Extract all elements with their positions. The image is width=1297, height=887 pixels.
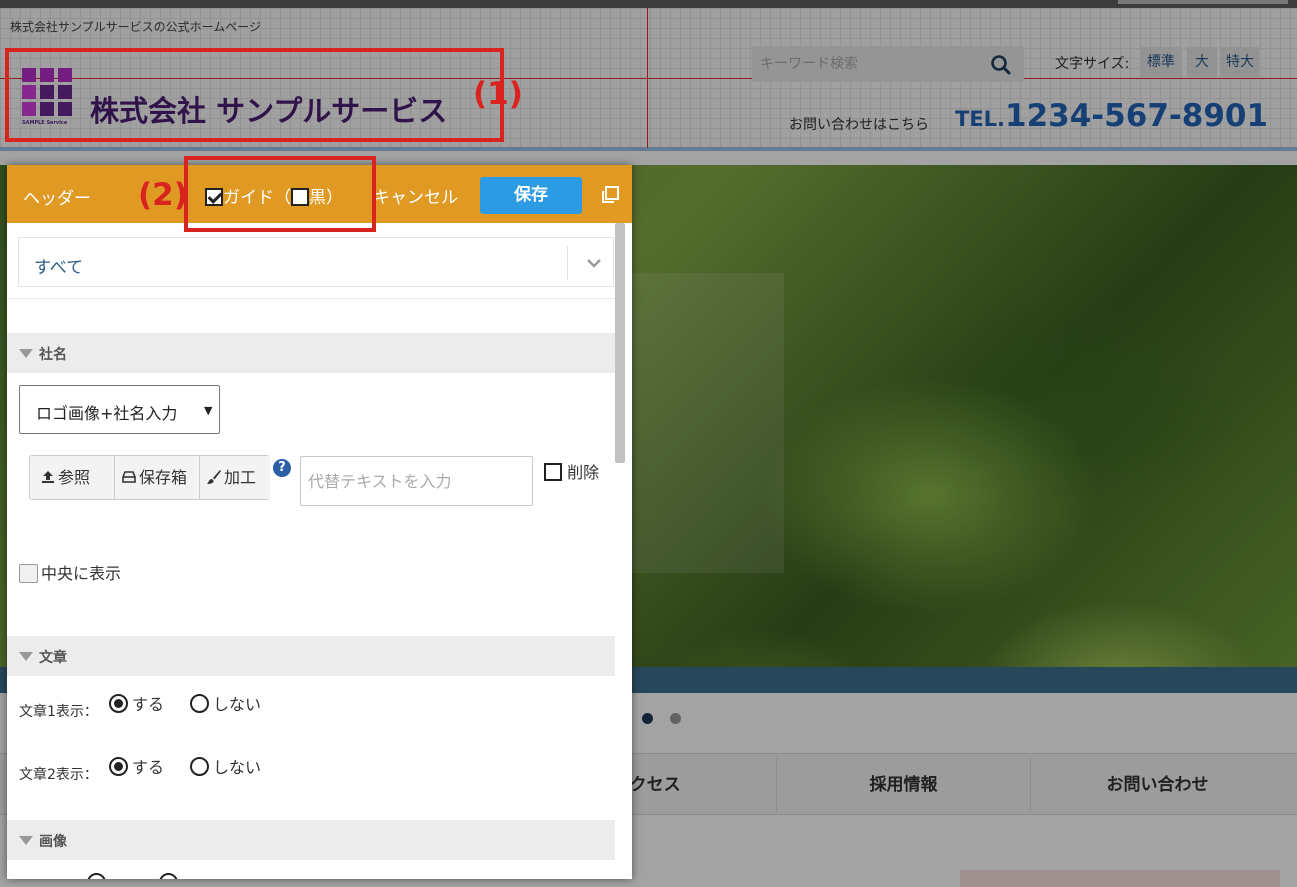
center-label: 中央に表示	[41, 564, 122, 583]
edit-button[interactable]: 加工	[200, 456, 270, 499]
section-header-company[interactable]: 社名	[7, 333, 615, 373]
collapse-triangle-icon	[19, 652, 33, 661]
collapse-triangle-icon	[19, 836, 33, 845]
save-button[interactable]: 保存	[480, 177, 582, 214]
brush-icon	[207, 470, 221, 484]
help-icon[interactable]: ?	[273, 459, 291, 477]
text2-display-label: 文章2表示：	[19, 767, 98, 783]
panel-scrollbar[interactable]	[615, 223, 625, 463]
storage-button[interactable]: 保存箱	[115, 456, 200, 499]
browse-button[interactable]: 参照	[30, 456, 115, 499]
edit-label: 加工	[224, 468, 257, 487]
delete-label: 削除	[567, 463, 600, 482]
center-display-check[interactable]: 中央に表示	[19, 560, 121, 584]
section-selector[interactable]: すべて	[18, 237, 614, 287]
annotation-box-2	[184, 156, 376, 232]
section-header-text[interactable]: 文章	[7, 636, 615, 676]
browser-top-bar	[0, 0, 1297, 8]
logo-mode-value: ロゴ画像+社名入力	[36, 404, 178, 423]
text1-show-radio[interactable]: する	[109, 691, 164, 715]
storage-label: 保存箱	[139, 468, 188, 487]
text2-show-radio[interactable]: する	[109, 754, 164, 778]
annotation-box-1	[5, 48, 504, 142]
text2-hide-radio[interactable]: しない	[190, 754, 261, 778]
image-button-group: 参照 保存箱 加工	[29, 455, 270, 500]
upload-icon	[42, 471, 54, 483]
alt-text-input[interactable]	[300, 456, 533, 506]
section-selector-value: すべて	[34, 258, 84, 278]
header-editor-panel: ヘッダー ガイド（黒） キャンセル 保存 すべて 社名 ロゴ画像+社名入力 ▼	[7, 165, 632, 879]
cancel-button[interactable]: キャンセル	[373, 183, 458, 208]
section-label-text: 文章	[39, 650, 67, 666]
annotation-label-1: (1)	[473, 76, 523, 112]
section-label-company: 社名	[39, 347, 67, 363]
storage-box-icon	[122, 471, 136, 483]
collapse-triangle-icon	[19, 349, 33, 358]
dropdown-arrow-icon: ▼	[204, 404, 213, 417]
annotation-label-2: (2)	[138, 177, 188, 213]
image-radio[interactable]	[87, 873, 106, 879]
panel-title: ヘッダー	[23, 189, 91, 209]
text1-hide-radio[interactable]: しない	[190, 691, 261, 715]
delete-check[interactable]: 削除	[544, 459, 599, 483]
copy-icon[interactable]	[600, 185, 620, 205]
browse-label: 参照	[58, 468, 91, 487]
center-checkbox[interactable]	[19, 564, 38, 583]
text1-display-label: 文章1表示：	[19, 704, 98, 720]
section-label-image: 画像	[39, 834, 67, 850]
chevron-down-icon[interactable]	[586, 255, 602, 271]
section-header-image[interactable]: 画像	[7, 820, 615, 860]
delete-checkbox[interactable]	[544, 463, 562, 481]
image-radio[interactable]	[159, 873, 179, 879]
logo-mode-select[interactable]: ロゴ画像+社名入力 ▼	[19, 385, 220, 434]
